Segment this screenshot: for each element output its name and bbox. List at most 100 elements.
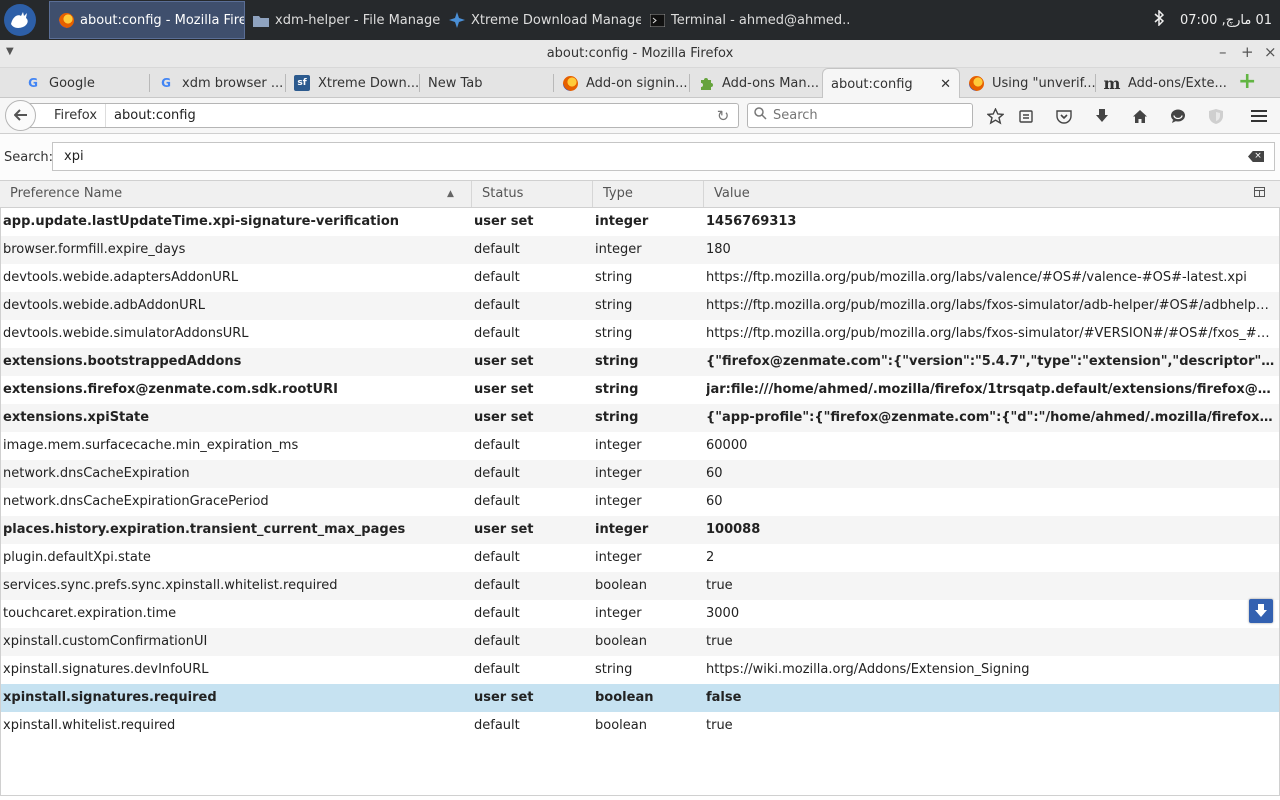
table-row[interactable]: devtools.webide.adaptersAddonURL default s…	[1, 264, 1279, 292]
pref-type-cell: string	[595, 298, 633, 313]
table-row[interactable]: browser.formfill.expire_days default integ…	[1, 236, 1279, 264]
table-row[interactable]: xpinstall.customConfirmationUI default boo…	[1, 628, 1279, 656]
puzzle-icon	[698, 75, 714, 91]
maximize-icon[interactable]: +	[1241, 43, 1254, 61]
taskbar-item-terminal[interactable]: Terminal - ahmed@ahmed...	[641, 1, 851, 39]
table-row[interactable]: plugin.defaultXpi.state default integer 2	[1, 544, 1279, 572]
table-row[interactable]: extensions.firefox@zenmate.com.sdk.rootU…	[1, 376, 1279, 404]
pref-value-cell: true	[706, 718, 733, 733]
tab-addon-signing[interactable]: Add-on signin...	[554, 68, 690, 98]
pref-status-cell: default	[474, 550, 520, 565]
pref-value-cell: true	[706, 578, 733, 593]
reload-icon[interactable]: ↻	[708, 107, 738, 125]
pref-value-cell: 1456769313	[706, 214, 797, 229]
bookmarks-menu-icon[interactable]	[1015, 105, 1037, 127]
column-header-label: Type	[603, 186, 633, 201]
tab-about-config[interactable]: about:config ✕	[822, 68, 960, 99]
new-tab-icon[interactable]: +	[1238, 71, 1256, 93]
pocket-icon[interactable]	[1053, 105, 1075, 127]
taskbar-item-label: Xtreme Download Manager	[471, 12, 641, 28]
search-input[interactable]	[773, 108, 953, 123]
table-row[interactable]: places.history.expiration.transient_curr…	[1, 516, 1279, 544]
preferences-tree[interactable]: app.update.lastUpdateTime.xpi-signature-…	[0, 208, 1280, 796]
close-tab-icon[interactable]: ✕	[940, 77, 951, 92]
table-row[interactable]: touchcaret.expiration.time default integer…	[1, 600, 1279, 628]
pref-value-cell: https://ftp.mozilla.org/pub/mozilla.org/…	[706, 298, 1276, 313]
pref-value-cell: 60	[706, 466, 723, 481]
pref-type-cell: string	[595, 326, 633, 341]
column-header-name[interactable]: Preference Name	[0, 181, 472, 207]
pref-status-cell: default	[474, 326, 520, 341]
hello-chat-icon[interactable]	[1167, 105, 1189, 127]
table-row[interactable]: xpinstall.signatures.devInfoURL default st…	[1, 656, 1279, 684]
folder-icon	[253, 12, 269, 28]
bluetooth-icon[interactable]	[1154, 9, 1165, 30]
table-row[interactable]: network.dnsCacheExpiration default integer…	[1, 460, 1279, 488]
table-row[interactable]: image.mem.surfacecache.min_expiration_ms…	[1, 432, 1279, 460]
table-row[interactable]: services.sync.prefs.sync.xpinstall.white…	[1, 572, 1279, 600]
filter-input[interactable]	[52, 142, 1275, 171]
pref-name-cell: devtools.webide.adbAddonURL	[3, 298, 205, 313]
pref-value-cell: 3000	[706, 606, 740, 621]
taskbar-item-xdm[interactable]: Xtreme Download Manager	[441, 1, 641, 39]
table-row[interactable]: network.dnsCacheExpirationGracePeriod def…	[1, 488, 1279, 516]
tab-xtreme-download[interactable]: sf Xtreme Down...	[286, 68, 420, 98]
bookmark-star-icon[interactable]	[984, 105, 1006, 127]
filter-label: Search:	[4, 150, 54, 165]
tab-xdm-browser[interactable]: G xdm browser ...	[150, 68, 286, 98]
taskbar-item-file-manager[interactable]: xdm-helper - File Manager	[245, 1, 441, 39]
pref-status-cell: default	[474, 718, 520, 733]
table-row[interactable]: devtools.webide.adbAddonURL default string…	[1, 292, 1279, 320]
window-menu-icon[interactable]: ▼	[6, 46, 14, 57]
tab-addons-extension[interactable]: m Add-ons/Exte...	[1096, 68, 1228, 98]
pref-status-cell: user set	[474, 410, 534, 425]
identity-box[interactable]: Firefox	[40, 104, 107, 127]
xfce-mouse-icon	[4, 4, 36, 36]
pref-status-cell: user set	[474, 354, 534, 369]
url-text[interactable]: about:config	[106, 108, 708, 123]
table-row[interactable]: xpinstall.signatures.required user set boo…	[1, 684, 1279, 712]
pref-name-cell: places.history.expiration.transient_curr…	[3, 522, 406, 537]
pref-type-cell: integer	[595, 438, 642, 453]
tab-label: Using "unverif...	[992, 75, 1096, 91]
minimize-icon[interactable]: –	[1219, 43, 1227, 61]
tab-label: Google	[49, 75, 95, 91]
applications-menu-button[interactable]	[0, 0, 40, 40]
zenmate-shield-icon[interactable]	[1205, 105, 1227, 127]
taskbar-item-firefox[interactable]: about:config - Mozilla Firef...	[49, 1, 245, 39]
table-row[interactable]: xpinstall.whitelist.required default boole…	[1, 712, 1279, 740]
table-row[interactable]: extensions.xpiState user set string {"app-p…	[1, 404, 1279, 432]
tab-using-unverified[interactable]: Using "unverif...	[960, 68, 1096, 98]
pref-value-cell: true	[706, 634, 733, 649]
column-header-status[interactable]: Status	[472, 181, 593, 207]
tab-addons-manager[interactable]: Add-ons Man...	[690, 68, 822, 98]
xdm-download-float-icon[interactable]	[1249, 599, 1273, 623]
firefox-icon	[58, 12, 74, 28]
tab-new-tab[interactable]: New Tab	[420, 68, 554, 98]
pref-status-cell: default	[474, 438, 520, 453]
close-window-icon[interactable]: ×	[1264, 43, 1277, 61]
downloads-icon[interactable]	[1091, 105, 1113, 127]
search-bar[interactable]	[747, 103, 973, 128]
pref-name-cell: network.dnsCacheExpiration	[3, 466, 190, 481]
table-row[interactable]: app.update.lastUpdateTime.xpi-signature-…	[1, 208, 1279, 236]
column-header-value[interactable]: Value	[704, 181, 1244, 207]
pref-status-cell: default	[474, 270, 520, 285]
pref-type-cell: integer	[595, 214, 649, 229]
tab-google[interactable]: G Google	[17, 68, 150, 98]
pref-name-cell: services.sync.prefs.sync.xpinstall.white…	[3, 578, 338, 593]
url-bar[interactable]: Firefox about:config ↻	[30, 103, 739, 128]
hamburger-menu-icon[interactable]	[1248, 105, 1270, 127]
table-row[interactable]: devtools.webide.simulatorAddonsURL defaul…	[1, 320, 1279, 348]
back-button[interactable]	[5, 100, 36, 131]
pref-status-cell: default	[474, 606, 520, 621]
table-row[interactable]: extensions.bootstrappedAddons user set str…	[1, 348, 1279, 376]
column-header-type[interactable]: Type	[593, 181, 704, 207]
column-picker-icon[interactable]	[1254, 187, 1265, 200]
pref-name-cell: xpinstall.customConfirmationUI	[3, 634, 208, 649]
clock[interactable]: 01 مارچ, 07:00	[1180, 13, 1272, 28]
pref-status-cell: user set	[474, 382, 534, 397]
home-icon[interactable]	[1129, 105, 1151, 127]
google-icon: G	[28, 76, 38, 90]
terminal-icon	[649, 12, 665, 28]
